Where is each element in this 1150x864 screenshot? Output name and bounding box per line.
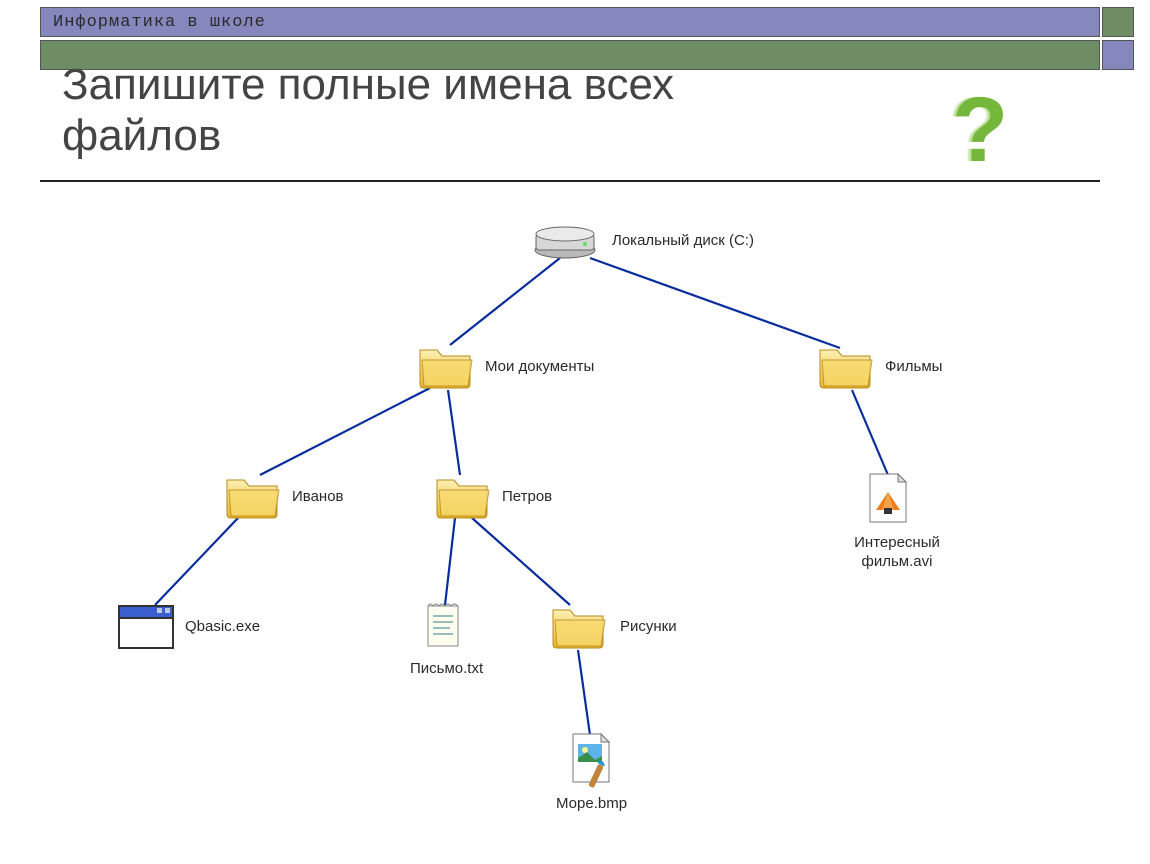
petrov-label: Петров [502, 488, 552, 505]
films-label: Фильмы [885, 358, 942, 375]
pics-label: Рисунки [620, 618, 677, 635]
ivanov-label: Иванов [292, 488, 344, 505]
bmp-icon [565, 730, 617, 795]
folder-icon [415, 340, 477, 397]
folder-icon [222, 470, 284, 527]
letter-label: Письмо.txt [410, 660, 483, 677]
folder-icon [432, 470, 494, 527]
docs-label: Мои документы [485, 358, 594, 375]
txt-icon [418, 598, 470, 659]
folder-icon [815, 340, 877, 397]
file-tree-diagram: Локальный диск (C:) Мои документы Фильмы… [0, 0, 1150, 864]
root-label: Локальный диск (C:) [612, 232, 754, 249]
sea-label: Море.bmp [556, 795, 627, 812]
movie-label: Интересный фильм.avi [842, 534, 952, 572]
exe-icon [115, 600, 177, 657]
qbasic-label: Qbasic.exe [185, 618, 260, 635]
folder-icon [548, 600, 610, 657]
disk-icon [530, 220, 600, 267]
avi-icon [862, 470, 914, 535]
